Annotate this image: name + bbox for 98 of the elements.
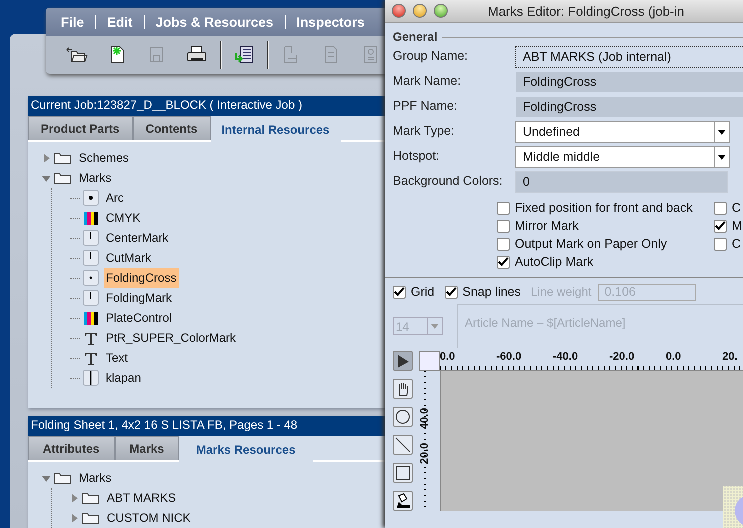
- tree-item[interactable]: klapan: [104, 368, 144, 388]
- input-field[interactable]: FoldingCross: [515, 96, 743, 118]
- caret-icon: [718, 154, 726, 160]
- input-field[interactable]: ABT MARKS (Job internal): [515, 46, 743, 68]
- dropdown[interactable]: Middle middle: [515, 146, 730, 168]
- folder-icon: [54, 152, 72, 164]
- ruler-label: -60.0: [496, 351, 523, 365]
- folder-icon: [54, 472, 72, 484]
- ruler-label: 20.0: [419, 442, 431, 464]
- mark-icon: [83, 270, 99, 286]
- text-tool-icon: [83, 350, 99, 366]
- tree-item[interactable]: Schemes: [77, 148, 132, 168]
- expand-arrow-icon[interactable]: [70, 494, 79, 502]
- line-tool-button[interactable]: [393, 435, 413, 455]
- folder-icon: [82, 512, 100, 524]
- mark-icon: [83, 250, 99, 266]
- tree-item[interactable]: Marks: [77, 168, 114, 188]
- ruler-label: 40.0: [419, 408, 431, 430]
- ruler-label: -20.0: [610, 351, 636, 365]
- field-label: Mark Name:: [393, 73, 462, 90]
- checkbox[interactable]: Grid: [393, 285, 435, 299]
- pointer-tool-button[interactable]: [393, 351, 413, 371]
- caret-icon: [718, 130, 726, 134]
- expand-arrow-icon[interactable]: [70, 514, 79, 522]
- ruler-label: 0.0: [440, 351, 456, 365]
- collapse-arrow-icon[interactable]: [42, 174, 51, 182]
- tab[interactable]: Contents: [132, 116, 211, 140]
- arrow-pointer-icon: [395, 353, 411, 369]
- hand-tool-button[interactable]: [393, 379, 413, 399]
- diagonal-line-icon: [395, 437, 411, 453]
- section-title: General: [393, 30, 438, 44]
- circle-icon: [395, 409, 411, 425]
- ruler-label: 0.0: [666, 351, 682, 365]
- tree-item[interactable]: ABT MARKS: [105, 488, 178, 508]
- circle-tool-button[interactable]: [393, 407, 413, 427]
- window-title: Marks Editor: FoldingCross (job-in: [488, 4, 685, 18]
- tree-item[interactable]: FoldingMark: [104, 288, 174, 308]
- check-icon: [715, 221, 726, 231]
- menu-item[interactable]: Inspectors: [290, 14, 372, 30]
- ruler-label: 20.: [722, 351, 739, 365]
- input-field[interactable]: 0: [515, 171, 728, 193]
- tab[interactable]: Attributes: [28, 436, 115, 460]
- field-label: Background Colors:: [393, 173, 504, 190]
- tree-item[interactable]: PtR_SUPER_ColorMark: [104, 328, 238, 348]
- menu-item[interactable]: File: [54, 14, 92, 30]
- checkbox[interactable]: Mirror Mark: [497, 219, 714, 233]
- dropdown[interactable]: Undefined: [515, 121, 730, 143]
- fill-tool-button[interactable]: [393, 491, 413, 511]
- tree-item[interactable]: CutMark: [104, 248, 154, 268]
- tree-item[interactable]: FoldingCross: [104, 268, 179, 288]
- ruler-label: -40.0: [553, 351, 580, 365]
- rect-tool-button[interactable]: [393, 463, 413, 483]
- check-icon: [498, 257, 509, 267]
- folder-icon: [82, 492, 100, 504]
- expand-arrow-icon[interactable]: [42, 154, 51, 162]
- field-label: PPF Name:: [393, 98, 459, 115]
- paint-bucket-icon: [395, 493, 411, 509]
- square-icon: [395, 465, 411, 481]
- caret-icon: [431, 324, 439, 328]
- color-bars-icon: [83, 210, 99, 226]
- tree-item[interactable]: CenterMark: [104, 228, 171, 248]
- tab[interactable]: Product Parts: [28, 116, 133, 140]
- open-folder-icon: [66, 45, 88, 65]
- checkbox[interactable]: M: [714, 219, 743, 233]
- tree-item[interactable]: PlateControl: [104, 308, 174, 328]
- checkbox[interactable]: C: [714, 237, 743, 251]
- import-document-icon: [233, 45, 255, 65]
- mark-icon: [83, 230, 99, 246]
- tree-item[interactable]: Text: [104, 348, 130, 368]
- collapse-arrow-icon[interactable]: [42, 474, 51, 482]
- mark-icon: [83, 370, 99, 386]
- mark-icon: [83, 190, 99, 206]
- field-label: Group Name:: [393, 48, 470, 65]
- checkbox[interactable]: AutoClip Mark: [497, 255, 714, 269]
- tab[interactable]: Marks: [114, 436, 180, 460]
- field-label: Mark Type:: [393, 123, 456, 140]
- mark-icon: [83, 290, 99, 306]
- tree-item[interactable]: Marks: [77, 468, 114, 488]
- menu-item[interactable]: Jobs & Resources: [148, 14, 281, 30]
- tree-item[interactable]: Arc: [104, 188, 126, 208]
- folder-icon: [54, 172, 72, 184]
- check-icon: [446, 287, 457, 297]
- text-tool-icon: [83, 330, 99, 346]
- checkbox[interactable]: C: [714, 201, 743, 215]
- checkbox[interactable]: Snap lines: [444, 285, 521, 299]
- field-label: Hotspot:: [393, 148, 441, 165]
- input-field[interactable]: FoldingCross: [515, 71, 743, 93]
- field-label: Line weight: [531, 285, 592, 299]
- minimize-button[interactable]: [413, 4, 427, 18]
- tree-item[interactable]: CMYK: [104, 208, 143, 228]
- checkbox[interactable]: Output Mark on Paper Only: [497, 237, 714, 251]
- checkbox[interactable]: Fixed position for front and back: [497, 201, 714, 215]
- color-bars-icon: [83, 310, 99, 326]
- tree-item[interactable]: CUSTOM NICK: [105, 508, 193, 528]
- menu-item[interactable]: Edit: [100, 14, 140, 30]
- close-button[interactable]: [392, 4, 406, 18]
- zoom-button[interactable]: [434, 4, 448, 18]
- check-icon: [394, 287, 405, 297]
